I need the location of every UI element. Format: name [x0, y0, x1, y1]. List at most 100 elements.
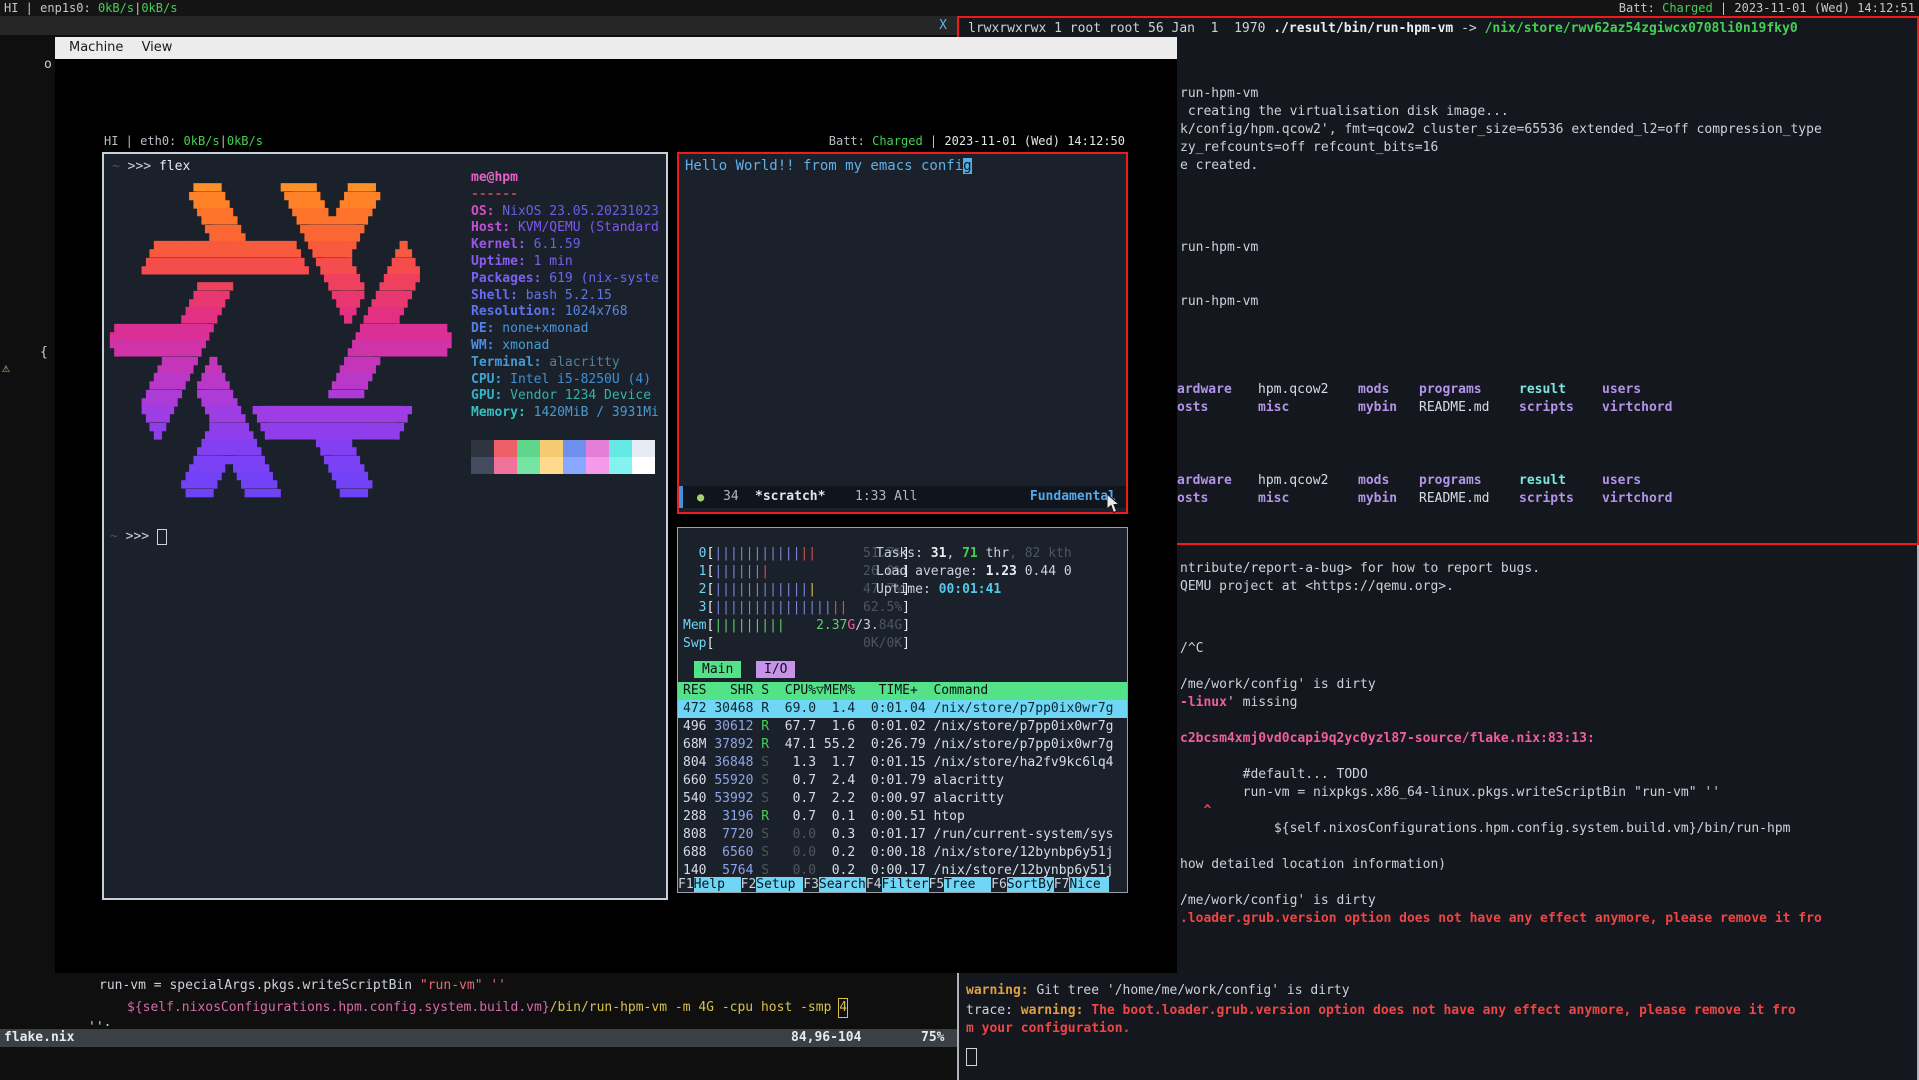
terminal-line: lrwxrwxrwx 1 root root 56 Jan 1 1970 ./r… [968, 20, 1798, 38]
vim-code-line: ${self.nixosConfigurations.hpm.config.sy… [127, 999, 847, 1017]
shell-prompt: ~ >>> [110, 528, 167, 546]
htop-process-row[interactable]: 68M 37892 R 47.1 55.2 0:26.79 /nix/store… [678, 736, 1127, 754]
statusline-position: 84,96-104 [791, 1029, 861, 1047]
statusline-percent: 75% [921, 1029, 944, 1047]
emacs-cursor: g [963, 158, 971, 174]
fnkey-filter-label[interactable]: Filter [882, 877, 929, 892]
emacs-window[interactable]: Hello World!! from my emacs config ● 34 … [677, 152, 1128, 514]
terminal-line: creating the virtualisation disk image..… [1180, 103, 1509, 121]
shell-prompt: ~ >>> flex [112, 158, 190, 176]
modeline-position: 1:33 All [855, 486, 918, 508]
htop-process-row[interactable]: 688 6560 S 0.0 0.2 0:00.18 /nix/store/12… [678, 844, 1127, 862]
status-bar: HI | enp1s0: 0kB/s|0kB/s Batt: Charged |… [0, 0, 1919, 16]
warning-line: .loader.grub.version option does not hav… [1180, 910, 1822, 928]
fnkey-sortby-label[interactable]: SortBy [1007, 877, 1054, 892]
htop-process-row[interactable]: 496 30612 R 67.7 1.6 0:01.02 /nix/store/… [678, 718, 1127, 736]
neofetch-info: me@hpm ------ OS: NixOS 23.05.20231023 H… [471, 170, 667, 422]
htop-process-row[interactable]: 288 3196 R 0.7 0.1 0:00.51 htop [678, 808, 1127, 826]
vim-statusline: flake.nix 84,96-104 75% [0, 1029, 957, 1047]
memory-meter: Mem[||||||||| 2.37G/3.84G] [683, 617, 910, 635]
mouse-pointer [1107, 494, 1121, 519]
fnkey-search[interactable]: F3 [803, 877, 819, 892]
htop-process-row[interactable]: 804 36848 S 1.3 1.7 0:01.15 /nix/store/h… [678, 754, 1127, 772]
swap-meter: Swp[ 0K/0K] [683, 635, 910, 653]
emacs-buffer-text: Hello World!! from my emacs config [685, 157, 972, 176]
terminal-line: -linux' missing [1180, 694, 1297, 712]
modeline-buffer-name[interactable]: *scratch* [755, 486, 825, 508]
fnkey-filter[interactable]: F4 [866, 877, 882, 892]
terminal-line: QEMU project at <https://qemu.org>. [1180, 578, 1454, 596]
ls-listing: ardwarehpm.qcow2modsprogramsresultusers [1177, 472, 1641, 490]
cpu-meter-3: 3[||||||||||||||||| 62.5%] [683, 599, 910, 617]
fnkey-help[interactable]: F1 [678, 877, 694, 892]
terminal-line: run-hpm-vm [1180, 293, 1258, 311]
fnkey-nice[interactable]: F7 [1054, 877, 1070, 892]
htop-function-keys: F1Help F2Setup F3SearchF4FilterF5Tree F6… [678, 877, 1127, 893]
terminal-line: /^C [1180, 640, 1203, 658]
terminal-cursor [157, 529, 167, 545]
htop-process-row[interactable]: 472 30468 R 69.0 1.4 0:01.04 /nix/store/… [678, 700, 1127, 718]
warning-sign-icon: ⚠ [2, 362, 10, 376]
fnkey-search-label[interactable]: Search [819, 877, 866, 892]
fnkey-nice-label[interactable]: Nice [1069, 877, 1100, 892]
terminal-line: run-hpm-vm [1180, 239, 1258, 257]
error-location-line: c2bcsm4xmj0vd0capi9q2yc0yzl87-source/fla… [1180, 730, 1595, 748]
fnkey-sortby[interactable]: F6 [991, 877, 1007, 892]
menu-machine[interactable]: Machine [69, 40, 123, 55]
qemu-window[interactable]: Machine View HI | eth0: 0kB/s|0kB/s Batt… [55, 37, 1177, 973]
htop-process-row[interactable]: 808 7720 S 0.0 0.3 0:01.17 /run/current-… [678, 826, 1127, 844]
htop-window[interactable]: 0[||||||||||||| 51.7%] 1[||||||| 26.0%] … [677, 527, 1128, 893]
error-caret: ^ [1180, 802, 1211, 820]
modeline-accent [679, 486, 683, 508]
htop-tab-main[interactable]: Main [694, 661, 741, 678]
terminal-line: run-hpm-vm [1180, 85, 1258, 103]
htop-tab-io[interactable]: I/O [756, 661, 795, 678]
terminal-line: ${self.nixosConfigurations.hpm.config.sy… [1180, 820, 1790, 838]
vm-network-monitor: HI | eth0: 0kB/s|0kB/s [104, 133, 263, 150]
color-palette [471, 440, 655, 474]
load-average: Load average: 1.23 0.44 0 [876, 563, 1072, 581]
emacs-modeline: ● 34 *scratch* 1:33 All Fundamental [679, 486, 1126, 508]
battery-status: Charged [1662, 1, 1713, 15]
terminal-line: zy_refcounts=off refcount_bits=16 [1180, 139, 1438, 157]
focused-border-top [957, 16, 1919, 18]
htop-header-row[interactable]: RES SHR S CPU%▽MEM% TIME+ Command [678, 682, 1127, 700]
fnkey-tree-label[interactable]: Tree [944, 877, 991, 892]
warning-line: m your configuration. [966, 1020, 1130, 1038]
menu-view[interactable]: View [142, 40, 173, 55]
vim-stray-char: { [40, 346, 48, 360]
mode-indicator: Fundamental [1030, 486, 1116, 508]
nixos-logo: ▗▄▄▄ ▗▄▄▄▄ ▄▄▄▖ ▜███▙ ▜███▙ ▟███▛ ▜███▙ … [110, 176, 451, 506]
clock: Batt: Charged | 2023-11-01 (Wed) 14:12:5… [1619, 0, 1915, 16]
warning-line: warning: Git tree '/home/me/work/config'… [966, 982, 1350, 1000]
buffer-state-icon: ● [697, 486, 704, 508]
vim-tabline: flake.nix b/main.nix b/hpm.nix u/m/defau… [0, 16, 957, 35]
fnkey-setup-label[interactable]: Setup [756, 877, 803, 892]
terminal-line: ntribute/report-a-bug> for how to report… [1180, 560, 1540, 578]
terminal-line: e created. [1180, 157, 1258, 175]
modeline-line-badge: 34 [723, 486, 739, 508]
fnkey-tree[interactable]: F5 [929, 877, 945, 892]
vim-cursor: 4 [838, 998, 848, 1018]
terminal-line: k/config/hpm.qcow2', fmt=qcow2 cluster_s… [1180, 121, 1822, 139]
vim-code-line: run-vm = specialArgs.pkgs.writeScriptBin… [99, 977, 506, 995]
warning-line: trace: warning: The boot.loader.grub.ver… [966, 1002, 1796, 1020]
vim-stray-char: o [44, 58, 52, 72]
tasks-summary: Tasks: 31, 71 thr, 82 kth [876, 545, 1072, 563]
htop-process-row[interactable]: 540 53992 S 0.7 2.2 0:00.97 alacritty [678, 790, 1127, 808]
terminal-line: /me/work/config' is dirty [1180, 676, 1376, 694]
vm-clock: Batt: Charged | 2023-11-01 (Wed) 14:12:5… [829, 133, 1125, 150]
tabline-close-button[interactable]: X [939, 16, 947, 35]
terminal-line: /me/work/config' is dirty [1180, 892, 1376, 910]
terminal-line: #default... TODO [1180, 766, 1368, 784]
vm-status-bar: HI | eth0: 0kB/s|0kB/s Batt: Charged | 2… [102, 133, 1127, 150]
ls-listing: ardwarehpm.qcow2modsprogramsresultusers [1177, 381, 1641, 399]
fnkey-setup[interactable]: F2 [741, 877, 757, 892]
htop-summary: Tasks: 31, 71 thr, 82 kth Load average: … [876, 545, 1072, 599]
qemu-menubar: Machine View [55, 37, 1177, 59]
htop-process-row[interactable]: 660 55920 S 0.7 2.4 0:01.79 alacritty [678, 772, 1127, 790]
vm-terminal-window[interactable]: ~ >>> flex ▗▄▄▄ ▗▄▄▄▄ ▄▄▄▖ ▜███▙ ▜███▙ ▟… [102, 152, 668, 900]
statusline-filename: flake.nix [4, 1029, 74, 1047]
fnkey-help-label[interactable]: Help [694, 877, 741, 892]
uptime: Uptime: 00:01:41 [876, 581, 1072, 599]
